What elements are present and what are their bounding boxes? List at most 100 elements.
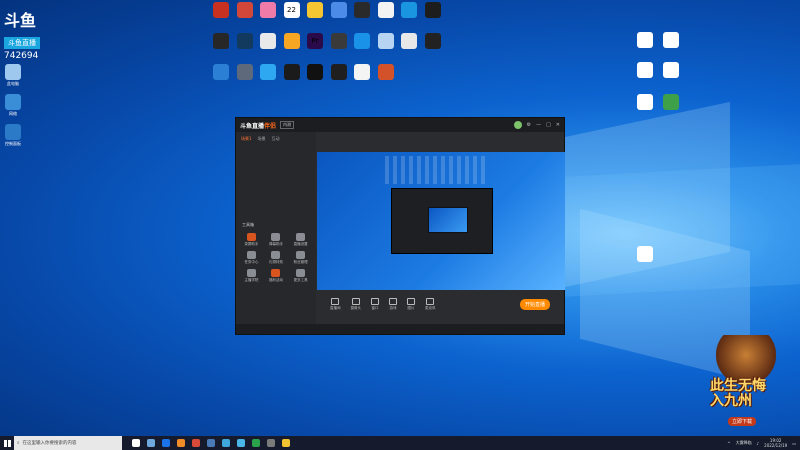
tool-item[interactable]: 录屏助手 (240, 233, 263, 247)
app-icon (637, 94, 653, 110)
desktop-shortcut[interactable] (326, 2, 352, 18)
tool-item[interactable]: 主播学院 (240, 269, 263, 283)
desktop-shortcut[interactable] (279, 64, 305, 80)
tab-scene[interactable]: 场景1 (241, 136, 252, 142)
source-item[interactable] (236, 182, 316, 191)
add-source-button[interactable]: 直播间 (330, 297, 341, 311)
taskbar-app-icon[interactable] (282, 439, 290, 447)
tab-source[interactable]: 场景 (258, 136, 266, 142)
desktop-shortcut[interactable]: Pr (302, 33, 328, 49)
desktop-shortcut[interactable] (326, 64, 352, 80)
ad-download-button[interactable]: 立即下载 (728, 417, 757, 426)
desktop-shortcut[interactable] (208, 33, 234, 49)
source-label: 麦克风 (425, 305, 436, 310)
desktop-shortcut[interactable] (373, 33, 399, 49)
desktop-shortcut[interactable] (255, 64, 281, 80)
desktop-shortcut[interactable]: 此电脑 (0, 64, 26, 86)
taskbar-app-icon[interactable] (177, 439, 185, 447)
taskbar-app-icon[interactable] (147, 439, 155, 447)
tool-item[interactable]: 更多工具 (289, 269, 312, 283)
desktop-file[interactable] (658, 62, 684, 78)
desktop-shortcut[interactable] (302, 64, 328, 80)
source-item[interactable] (236, 146, 316, 155)
taskbar-search[interactable]: ⌕ 在这里输入你要搜索的内容 (14, 436, 122, 450)
desktop-shortcut[interactable] (373, 2, 399, 18)
desktop-file[interactable] (632, 32, 658, 48)
settings-icon[interactable]: ⚙ (527, 122, 531, 128)
volume-icon[interactable]: ♪ (757, 441, 760, 446)
taskbar-app-icon[interactable] (252, 439, 260, 447)
add-source-button[interactable]: 麦克风 (425, 297, 436, 311)
taskbar-app-icon[interactable] (237, 439, 245, 447)
notification-icon[interactable]: ▭ (792, 441, 796, 446)
windows-start-icon[interactable] (0, 436, 14, 450)
desktop-shortcut[interactable] (232, 33, 258, 49)
add-source-button[interactable]: 图片 (407, 297, 415, 311)
desktop-shortcut[interactable] (255, 33, 281, 49)
close-icon[interactable]: ✕ (556, 122, 560, 128)
source-item[interactable] (236, 209, 316, 218)
desktop-shortcut[interactable] (349, 33, 375, 49)
maximize-icon[interactable]: □ (546, 122, 551, 128)
tool-item[interactable]: 直播设置 (289, 233, 312, 247)
desktop-shortcut[interactable] (373, 64, 399, 80)
live-companion-window[interactable]: 斗鱼直播伴侣 内测 ⚙ — □ ✕ 场景1 场景 互动 工具箱 录屏助手 弹幕助手… (235, 117, 565, 335)
desktop-shortcut[interactable] (208, 64, 234, 80)
weather-text[interactable]: 大雾降临 (736, 440, 752, 446)
taskbar-app-icon[interactable] (222, 439, 230, 447)
desktop-shortcut[interactable] (255, 2, 281, 18)
taskbar-app-icon[interactable] (132, 439, 140, 447)
desktop-shortcut[interactable] (396, 33, 422, 49)
desktop-shortcut[interactable] (349, 2, 375, 18)
desktop-shortcut[interactable] (420, 2, 446, 18)
desktop-shortcut[interactable] (208, 2, 234, 18)
desktop-file[interactable] (632, 246, 658, 262)
desktop-shortcut[interactable] (326, 33, 352, 49)
tool-icon (271, 233, 281, 241)
game-ad[interactable]: 此生无悔 入九州 立即下载 (706, 335, 798, 433)
source-item[interactable] (236, 164, 316, 173)
minimize-icon[interactable]: — (536, 122, 541, 128)
app-icon: 22 (283, 2, 300, 18)
desktop-file[interactable] (632, 94, 658, 110)
desktop-shortcut[interactable]: 网络 (0, 94, 26, 116)
user-avatar[interactable] (513, 121, 522, 129)
tool-item[interactable]: 礼物特效 (265, 251, 288, 265)
tool-item[interactable]: 弹幕助手 (265, 233, 288, 247)
desktop-shortcut[interactable] (232, 64, 258, 80)
clock-date: 2022/12/19 (764, 443, 788, 448)
taskbar-app-icon[interactable] (162, 439, 170, 447)
tool-item[interactable]: 粉丝管理 (289, 251, 312, 265)
desktop-file[interactable] (658, 94, 684, 110)
window-titlebar[interactable]: 斗鱼直播伴侣 内测 ⚙ — □ ✕ (236, 118, 564, 132)
source-item[interactable] (236, 173, 316, 182)
add-source-button[interactable]: 游戏 (389, 297, 397, 311)
desktop-shortcut[interactable] (279, 33, 305, 49)
desktop-shortcut[interactable] (349, 64, 375, 80)
desktop-shortcut[interactable]: 22 (279, 2, 305, 18)
start-live-button[interactable]: 开始直播 (519, 298, 550, 310)
stream-preview[interactable] (317, 152, 565, 290)
desktop-shortcut[interactable] (302, 2, 328, 18)
app-icon (377, 33, 394, 49)
desktop-shortcut[interactable] (232, 2, 258, 18)
desktop-shortcut[interactable]: 控制面板 (0, 124, 26, 146)
desktop-shortcut[interactable] (396, 2, 422, 18)
desktop-shortcut[interactable] (420, 33, 446, 49)
taskbar-app-icon[interactable] (267, 439, 275, 447)
tool-item[interactable]: 任务中心 (240, 251, 263, 265)
taskbar-app-icon[interactable] (207, 439, 215, 447)
source-item[interactable] (236, 200, 316, 209)
add-source-button[interactable]: 窗口 (371, 297, 379, 311)
source-item[interactable] (236, 191, 316, 200)
tool-item[interactable]: 福利活动 (265, 269, 288, 283)
desktop-file[interactable] (658, 32, 684, 48)
tab-interact[interactable]: 互动 (272, 136, 280, 142)
taskbar-app-icon[interactable] (192, 439, 200, 447)
add-source-button[interactable]: 摄像头 (351, 297, 361, 311)
clock[interactable]: 19:02 2022/12/19 (764, 438, 787, 448)
desktop-file[interactable] (632, 62, 658, 78)
app-icon (236, 33, 253, 49)
tray-chevron-icon[interactable]: ^ (727, 441, 730, 446)
source-item[interactable] (236, 155, 316, 164)
